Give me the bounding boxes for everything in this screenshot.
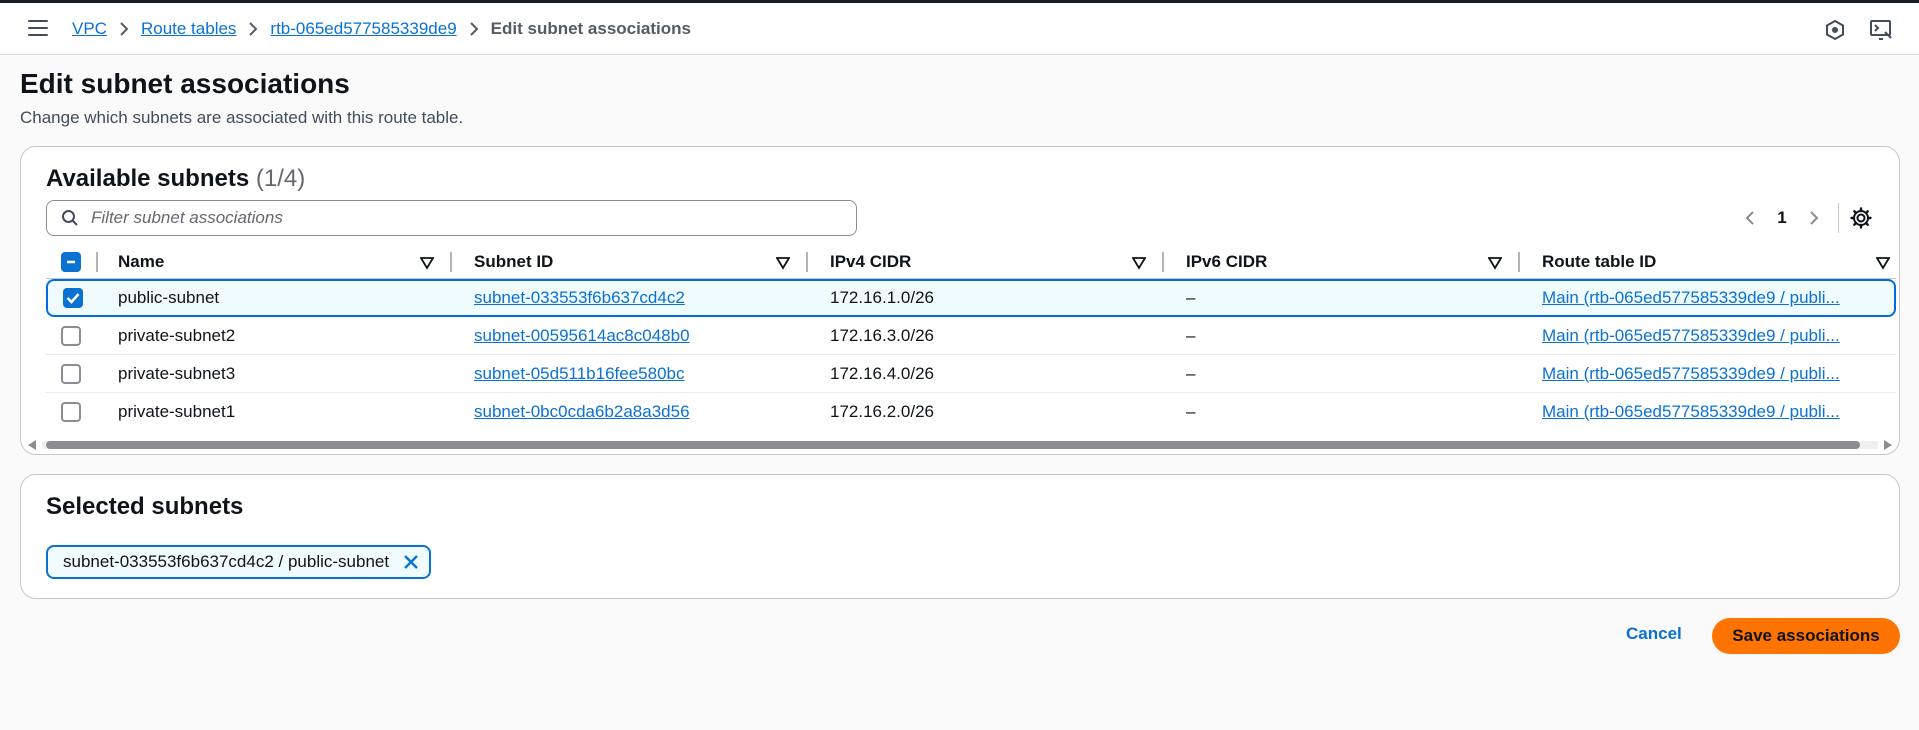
pagination-divider: [1838, 203, 1839, 233]
chevron-left-icon[interactable]: [1732, 203, 1768, 233]
column-header-route-table-id[interactable]: Route table ID: [1520, 245, 1896, 279]
breadcrumb-route-tables[interactable]: Route tables: [141, 19, 236, 39]
route-table-link[interactable]: Main (rtb-065ed577585339de9 / publi...: [1542, 402, 1840, 422]
cell-subnet-id: subnet-0bc0cda6b2a8a3d56: [452, 393, 808, 431]
chevron-right-icon[interactable]: [1796, 203, 1832, 233]
cell-subnet-id: subnet-05d511b16fee580bc: [452, 355, 808, 393]
column-label: IPv6 CIDR: [1186, 251, 1268, 271]
column-label: Route table ID: [1542, 251, 1657, 271]
cell-ipv4: 172.16.2.0/26: [830, 402, 934, 421]
column-label: Subnet ID: [474, 251, 554, 271]
cell-route-table: Main (rtb-065ed577585339de9 / publi...: [1520, 393, 1896, 431]
chevron-right-icon: [236, 21, 270, 37]
subnets-table: Name Subnet ID IPv4 CIDR IPv6 CIDR Route…: [46, 245, 1896, 431]
sort-icon[interactable]: [775, 255, 791, 270]
cell-ipv6: –: [1164, 317, 1520, 355]
close-icon[interactable]: [401, 552, 421, 572]
table-header-row: Name Subnet ID IPv4 CIDR IPv6 CIDR Route…: [46, 245, 1896, 279]
row-checkbox[interactable]: [61, 402, 81, 423]
cell-ipv4: 172.16.3.0/26: [808, 317, 1164, 355]
save-associations-button[interactable]: Save associations: [1712, 618, 1900, 654]
cell-name: public-subnet: [96, 279, 452, 317]
cell-route-table: Main (rtb-065ed577585339de9 / publi...: [1520, 317, 1896, 355]
table-row[interactable]: private-subnet3 subnet-05d511b16fee580bc…: [46, 355, 1896, 393]
horizontal-scrollbar[interactable]: [26, 439, 1894, 451]
row-checkbox-cell: [46, 355, 96, 393]
chevron-right-icon: [457, 21, 491, 37]
selected-subnets-panel: Selected subnets subnet-033553f6b637cd4c…: [20, 474, 1900, 599]
cell-subnet-id: subnet-033553f6b637cd4c2: [452, 279, 808, 317]
settings-gear-icon[interactable]: [1849, 206, 1873, 230]
table-row[interactable]: public-subnet subnet-033553f6b637cd4c2 1…: [46, 279, 1896, 317]
column-header-name[interactable]: Name: [96, 245, 452, 279]
row-checkbox-cell: [46, 279, 96, 317]
select-all-header: [46, 245, 98, 279]
cell-name: private-subnet1: [118, 402, 236, 421]
breadcrumb-route-table-id[interactable]: rtb-065ed577585339de9: [270, 19, 456, 39]
table-row[interactable]: private-subnet1 subnet-0bc0cda6b2a8a3d56…: [46, 393, 1896, 431]
cell-route-table: Main (rtb-065ed577585339de9 / publi...: [1520, 355, 1896, 393]
pagination: 1: [1732, 203, 1873, 233]
column-header-ipv6[interactable]: IPv6 CIDR: [1164, 245, 1520, 279]
cell-subnet-id: subnet-00595614ac8c048b0: [452, 317, 808, 355]
column-header-subnet-id[interactable]: Subnet ID: [452, 245, 808, 279]
row-checkbox-cell: [46, 393, 96, 431]
table-row[interactable]: private-subnet2 subnet-00595614ac8c048b0…: [46, 317, 1896, 355]
subnet-id-link[interactable]: subnet-00595614ac8c048b0: [474, 326, 690, 345]
filter-box: [46, 200, 857, 236]
subnet-id-link[interactable]: subnet-0bc0cda6b2a8a3d56: [474, 402, 690, 421]
row-checkbox[interactable]: [63, 288, 83, 309]
sort-icon[interactable]: [1875, 255, 1891, 270]
column-label: IPv4 CIDR: [830, 251, 912, 271]
breadcrumb-current: Edit subnet associations: [490, 19, 691, 38]
menu-icon[interactable]: [28, 20, 48, 38]
available-subnets-title: Available subnets (1/4): [46, 165, 305, 193]
available-subnets-heading: Available subnets: [46, 165, 250, 192]
cloudshell-icon[interactable]: [1869, 19, 1892, 41]
cell-ipv6: –: [1186, 402, 1196, 421]
token-label: subnet-033553f6b637cd4c2 / public-subnet: [63, 552, 390, 571]
notifications-icon[interactable]: [1824, 19, 1846, 41]
cell-ipv4: 172.16.4.0/26: [808, 355, 1164, 393]
row-checkbox-cell: [46, 317, 96, 355]
row-checkbox[interactable]: [61, 363, 81, 384]
page-title: Edit subnet associations: [20, 68, 350, 99]
header: VPC Route tables rtb-065ed577585339de9 E…: [0, 3, 1919, 55]
sort-icon[interactable]: [1487, 255, 1503, 270]
select-all-checkbox[interactable]: [61, 251, 81, 272]
cell-ipv4: 172.16.1.0/26: [808, 279, 1164, 317]
scroll-left-arrow[interactable]: [28, 440, 36, 450]
cell-route-table: Main (rtb-065ed577585339de9 / publi...: [1520, 279, 1896, 317]
available-subnets-panel: Available subnets (1/4) 1: [20, 146, 1900, 455]
scroll-right-arrow[interactable]: [1884, 440, 1892, 450]
selected-subnets-title: Selected subnets: [46, 493, 244, 520]
selected-subnet-token: subnet-033553f6b637cd4c2 / public-subnet: [46, 545, 432, 579]
scrollbar-thumb[interactable]: [46, 441, 1860, 449]
column-header-ipv4[interactable]: IPv4 CIDR: [808, 245, 1164, 279]
breadcrumb: VPC Route tables rtb-065ed577585339de9 E…: [72, 19, 691, 39]
check-icon: [66, 293, 80, 305]
page-number[interactable]: 1: [1768, 208, 1796, 228]
page-description: Change which subnets are associated with…: [20, 108, 464, 127]
route-table-link[interactable]: Main (rtb-065ed577585339de9 / publi...: [1542, 288, 1840, 308]
filter-input[interactable]: [91, 208, 831, 228]
sort-icon[interactable]: [419, 255, 435, 270]
search-icon: [61, 209, 79, 227]
column-label: Name: [118, 251, 165, 271]
subnet-id-link[interactable]: subnet-05d511b16fee580bc: [474, 364, 684, 383]
cell-ipv6: –: [1164, 355, 1520, 393]
route-table-link[interactable]: Main (rtb-065ed577585339de9 / publi...: [1542, 326, 1840, 346]
available-subnets-count: (1/4): [255, 165, 306, 192]
route-table-link[interactable]: Main (rtb-065ed577585339de9 / publi...: [1542, 364, 1840, 384]
cell-ipv6: –: [1164, 279, 1520, 317]
row-checkbox[interactable]: [61, 325, 81, 346]
cell-name: private-subnet2: [96, 317, 452, 355]
chevron-right-icon: [107, 21, 141, 37]
sort-icon[interactable]: [1131, 255, 1147, 270]
cancel-button[interactable]: Cancel: [1626, 624, 1682, 644]
cell-name: private-subnet3: [96, 355, 452, 393]
subnet-id-link[interactable]: subnet-033553f6b637cd4c2: [474, 288, 685, 307]
breadcrumb-vpc[interactable]: VPC: [72, 19, 107, 39]
